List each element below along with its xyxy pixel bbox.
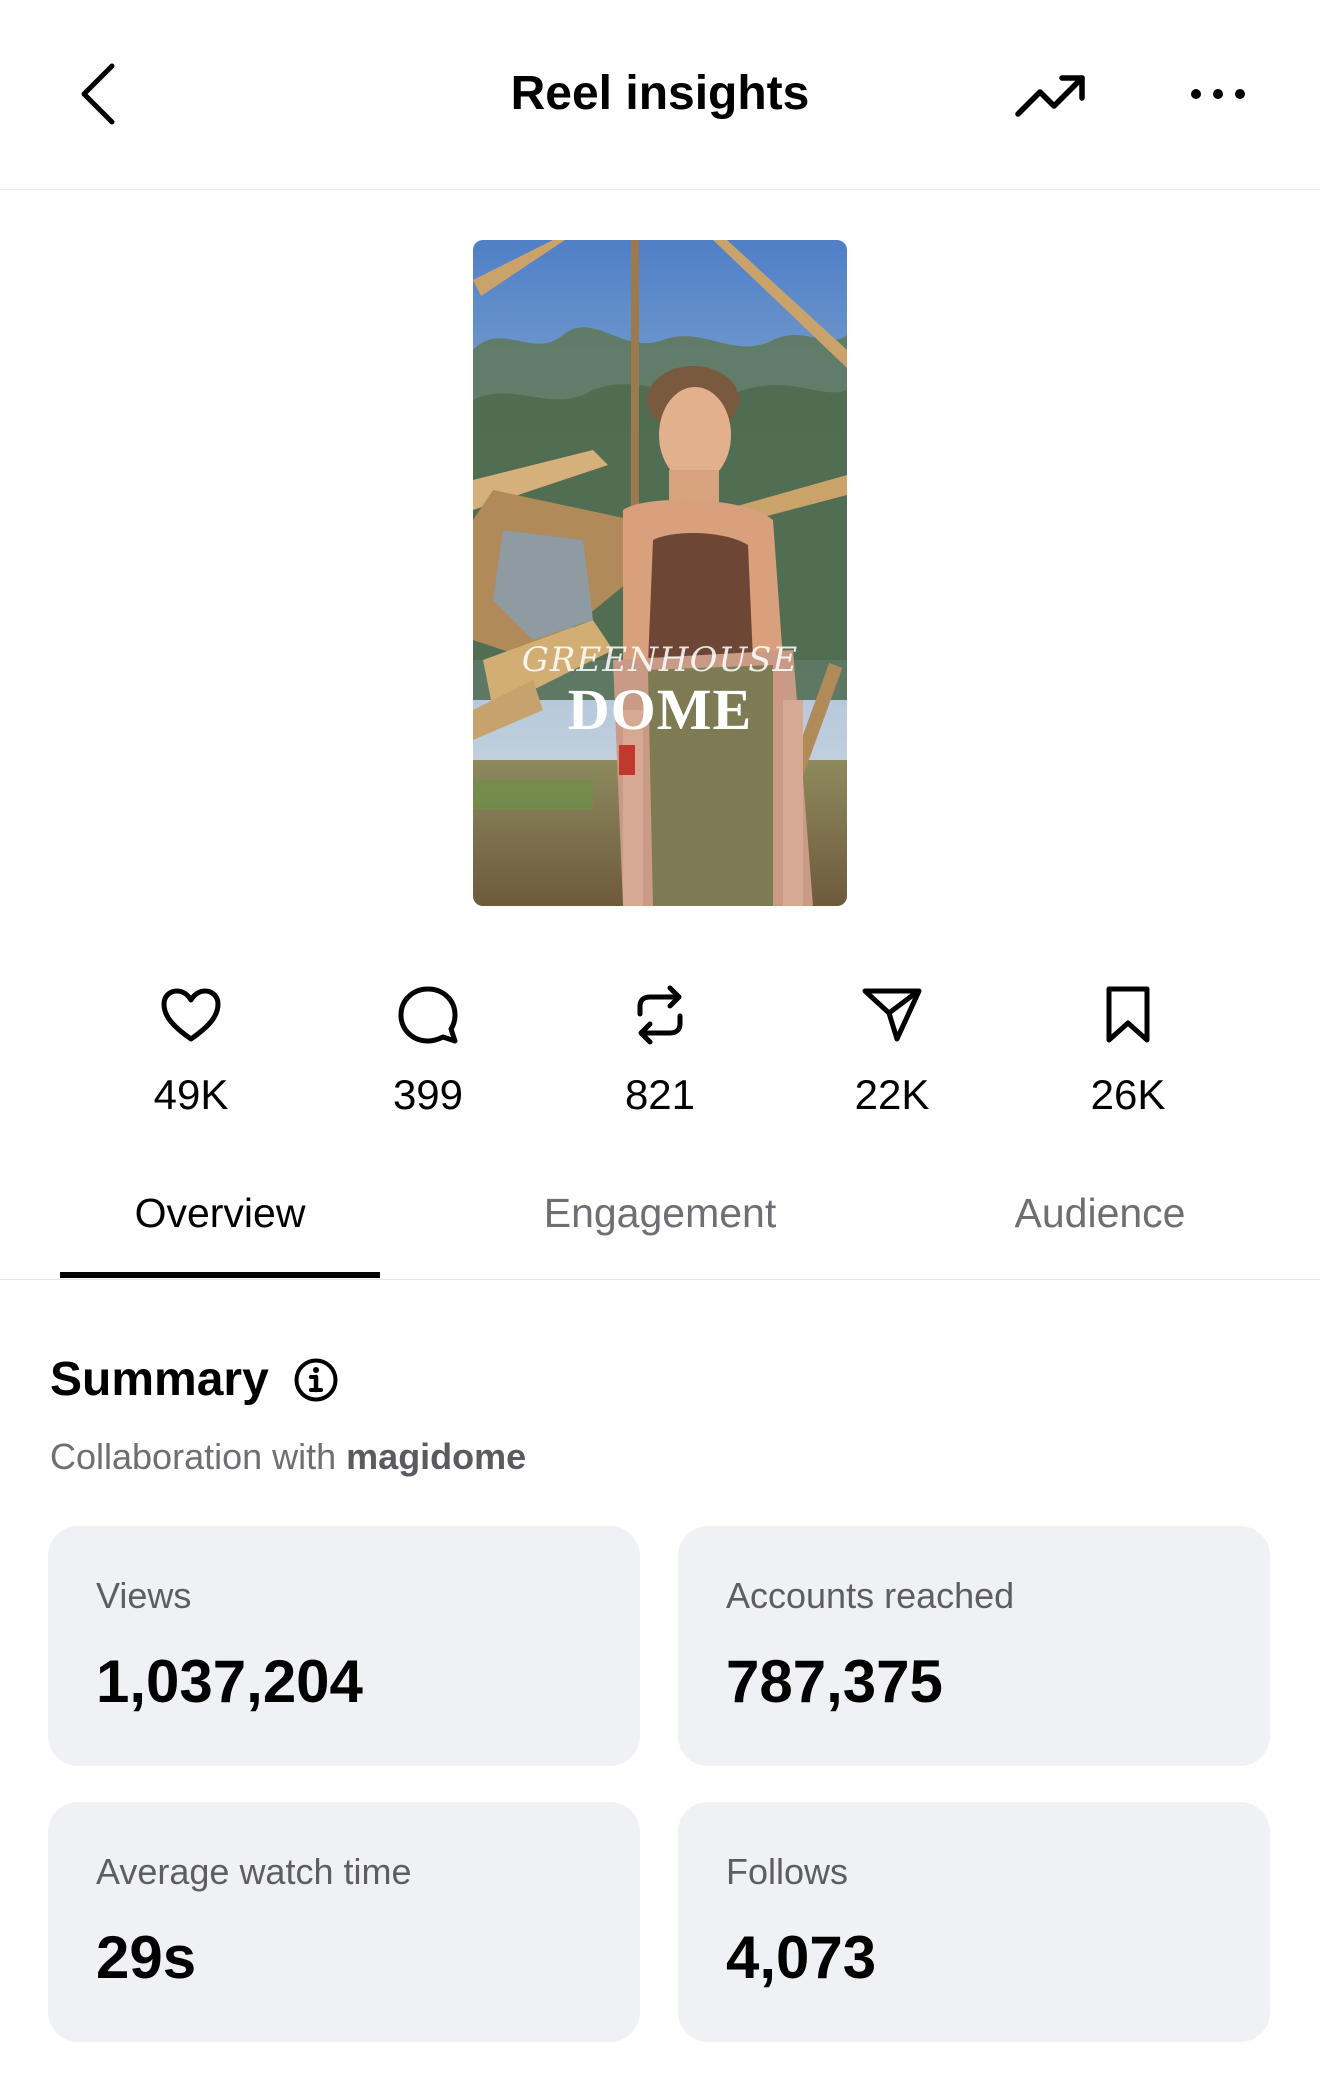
- follows-card[interactable]: Follows 4,073: [678, 1802, 1270, 2042]
- info-icon[interactable]: [293, 1357, 339, 1403]
- follows-label: Follows: [726, 1851, 849, 1892]
- reposts-stat[interactable]: 821: [570, 980, 750, 1120]
- bookmark-icon: [1106, 986, 1150, 1043]
- trends-button[interactable]: [1012, 66, 1090, 126]
- repost-icon: [637, 985, 683, 1045]
- views-value: 1,037,204: [96, 1648, 363, 1715]
- saves-stat[interactable]: 26K: [1038, 980, 1218, 1120]
- comment-icon: [398, 986, 458, 1044]
- reel-thumbnail[interactable]: GREENHOUSE DOME: [473, 240, 847, 906]
- shares-stat[interactable]: 22K: [802, 980, 982, 1120]
- accounts-reached-label: Accounts reached: [726, 1575, 1015, 1616]
- accounts-reached-card[interactable]: Accounts reached 787,375: [678, 1526, 1270, 1766]
- collab-prefix: Collaboration with: [50, 1436, 347, 1477]
- summary-header: Summary: [50, 1350, 339, 1410]
- average-watch-time-value: 29s: [96, 1924, 197, 1991]
- engagement-stats-row: 49K 399 821 22K 26K: [0, 980, 1320, 1140]
- tab-audience[interactable]: Audience: [940, 1188, 1260, 1238]
- tab-overview[interactable]: Overview: [60, 1188, 380, 1238]
- likes-count: 49K: [153, 1071, 229, 1118]
- views-card[interactable]: Views 1,037,204: [48, 1526, 640, 1766]
- insights-tabs: Overview Engagement Audience: [0, 1150, 1320, 1280]
- page-title: Reel insights: [510, 67, 810, 120]
- collab-account-link[interactable]: magidome: [346, 1436, 526, 1477]
- reposts-count: 821: [624, 1071, 696, 1118]
- accounts-reached-value: 787,375: [726, 1648, 943, 1715]
- heart-icon: [161, 988, 221, 1042]
- active-tab-indicator: [60, 1272, 380, 1278]
- share-icon: [862, 988, 922, 1042]
- views-label: Views: [96, 1575, 192, 1616]
- reel-caption-main: DOME: [567, 677, 753, 742]
- summary-title: Summary: [50, 1353, 269, 1406]
- average-watch-time-card[interactable]: Average watch time 29s: [48, 1802, 640, 2042]
- ellipsis-icon: [1191, 89, 1245, 99]
- tab-engagement[interactable]: Engagement: [500, 1188, 820, 1238]
- reel-caption-top: GREENHOUSE: [521, 640, 799, 680]
- likes-stat[interactable]: 49K: [101, 980, 281, 1120]
- comments-count: 399: [392, 1071, 464, 1118]
- follows-value: 4,073: [726, 1924, 877, 1991]
- saves-count: 26K: [1090, 1071, 1166, 1118]
- top-nav-bar: Reel insights: [0, 0, 1320, 190]
- shares-count: 22K: [854, 1071, 930, 1118]
- trending-up-icon: [1015, 75, 1085, 117]
- comments-stat[interactable]: 399: [338, 980, 518, 1120]
- average-watch-time-label: Average watch time: [96, 1851, 412, 1892]
- more-options-button[interactable]: [1188, 72, 1248, 120]
- collaboration-note: Collaboration with magidome: [50, 1432, 526, 1482]
